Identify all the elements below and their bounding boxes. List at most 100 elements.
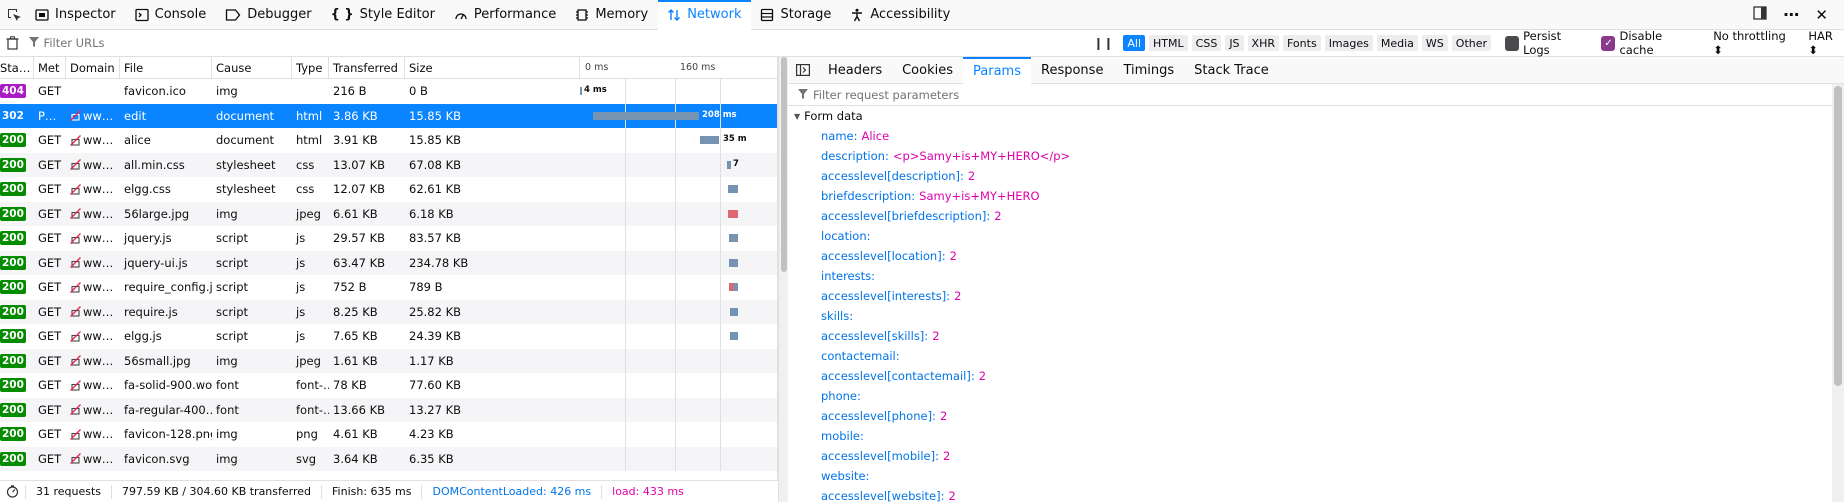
param-row[interactable]: accesslevel[mobile]: 2 (788, 446, 1844, 466)
type-filter-css[interactable]: CSS (1191, 35, 1222, 51)
network-filter-bar: Filter URLs ❙❙ All HTML CSS JS XHR Fonts Image… (0, 29, 1844, 57)
details-tab-stack-trace[interactable]: Stack Trace (1184, 57, 1279, 84)
tab-console[interactable]: Console (126, 0, 217, 30)
table-row[interactable]: 200 GET ww… favicon-128.png img png 4.61 KB 4.2… (0, 422, 777, 447)
param-row[interactable]: accesslevel[description]: 2 (788, 166, 1844, 186)
dock-icon[interactable] (1753, 6, 1768, 23)
table-row[interactable]: 200 GET ww… all.min.css stylesheet css 13.07 K… (0, 152, 777, 177)
insecure-lock-icon (70, 232, 81, 244)
filter-params-input[interactable]: Filter request parameters (788, 84, 1844, 106)
file-cell: 56small.jpg (124, 353, 191, 368)
scrollbar-thumb[interactable] (781, 57, 787, 272)
column-header-method[interactable]: Met (34, 57, 66, 78)
performance-analysis-icon[interactable] (0, 484, 26, 499)
list-scrollbar[interactable] (778, 57, 788, 502)
table-row[interactable]: 200 GET ww… favicon.svg img svg 3.64 KB 6.35 KB (0, 446, 777, 471)
type-filter-ws[interactable]: WS (1421, 35, 1448, 51)
waterfall-gridline (675, 275, 676, 300)
column-header-transferred[interactable]: Transferred (329, 57, 405, 78)
param-row[interactable]: phone: (788, 386, 1844, 406)
waterfall-cell: 35 m (580, 128, 777, 153)
tab-memory[interactable]: Memory (566, 0, 658, 30)
details-scrollbar[interactable] (1832, 84, 1844, 502)
tab-storage[interactable]: Storage (751, 0, 841, 30)
table-row[interactable]: 200 GET ww… 56large.jpg img jpeg 6.61 KB 6.18 K… (0, 201, 777, 226)
param-row[interactable]: accesslevel[skills]: 2 (788, 326, 1844, 346)
close-icon[interactable]: ✕ (1815, 6, 1828, 24)
filter-urls-input[interactable]: Filter URLs (28, 36, 1049, 50)
type-filter-all[interactable]: All (1123, 35, 1146, 51)
tab-network[interactable]: Network (658, 0, 752, 30)
table-row[interactable]: 200 GET ww… jquery-ui.js script js 63.47 KB 234… (0, 250, 777, 275)
details-tab-response[interactable]: Response (1031, 57, 1113, 84)
param-row[interactable]: accesslevel[briefdescription]: 2 (788, 206, 1844, 226)
column-header-status[interactable]: Sta… (0, 57, 34, 78)
param-row[interactable]: website: (788, 466, 1844, 486)
type-filter-html[interactable]: HTML (1149, 35, 1188, 51)
form-data-section-header[interactable]: ▼ Form data (788, 106, 1844, 126)
file-cell: fa-regular-400.… (124, 402, 212, 417)
har-menu-button[interactable]: HAR ⬍ (1808, 29, 1844, 57)
clear-requests-button[interactable] (0, 30, 25, 56)
details-tab-cookies[interactable]: Cookies (892, 57, 963, 84)
param-row[interactable]: skills: (788, 306, 1844, 326)
domain-text: ww… (83, 108, 114, 123)
scrollbar-thumb[interactable] (1834, 86, 1842, 386)
more-options-icon[interactable]: ⋯ (1783, 5, 1799, 24)
column-header-domain[interactable]: Domain (66, 57, 120, 78)
details-tab-timings[interactable]: Timings (1113, 57, 1184, 84)
param-row[interactable]: accesslevel[phone]: 2 (788, 406, 1844, 426)
type-filter-images[interactable]: Images (1324, 35, 1373, 51)
param-row[interactable]: briefdescription: Samy+is+MY+HERO (788, 186, 1844, 206)
column-header-file[interactable]: File (120, 57, 212, 78)
status-cell: 200 (0, 398, 34, 423)
type-filter-fonts[interactable]: Fonts (1283, 35, 1321, 51)
details-tab-headers[interactable]: Headers (818, 57, 892, 84)
param-row[interactable]: accesslevel[contactemail]: 2 (788, 366, 1844, 386)
waterfall-gridline (720, 201, 721, 226)
type-filter-media[interactable]: Media (1376, 35, 1418, 51)
param-row[interactable]: mobile: (788, 426, 1844, 446)
type-filter-xhr[interactable]: XHR (1247, 35, 1279, 51)
table-row[interactable]: 200 GET ww… alice document html 3.91 KB 15.85 K… (0, 128, 777, 153)
table-row[interactable]: 200 GET ww… elgg.js script js 7.65 KB 24.39 KB (0, 324, 777, 349)
param-row[interactable]: location: (788, 226, 1844, 246)
param-row[interactable]: name: Alice (788, 126, 1844, 146)
table-row[interactable]: 404 GET favicon.ico img 216 B 0 B 4 ms (0, 79, 777, 104)
tab-style-editor[interactable]: { } Style Editor (322, 0, 445, 30)
param-row[interactable]: contactemail: (788, 346, 1844, 366)
insecure-lock-icon (70, 257, 81, 269)
tab-performance[interactable]: Performance (445, 0, 566, 30)
element-picker-button[interactable] (2, 0, 26, 30)
pause-icon[interactable]: ❙❙ (1093, 36, 1113, 50)
tab-accessibility[interactable]: Accessibility (841, 0, 960, 30)
type-filter-other[interactable]: Other (1451, 35, 1492, 51)
column-header-size[interactable]: Size (405, 57, 580, 78)
table-row[interactable]: 302 P… ww… edit document html 3.86 KB 15.85 KB 2… (0, 103, 777, 128)
toggle-sidebar-button[interactable] (788, 57, 818, 84)
column-header-type[interactable]: Type (292, 57, 329, 78)
param-row[interactable]: description: <p>Samy+is+MY+HERO</p> (788, 146, 1844, 166)
column-header-waterfall[interactable]: 0 ms 160 ms (580, 57, 777, 78)
persist-logs-checkbox[interactable]: Persist Logs (1505, 29, 1587, 57)
waterfall-gridline (675, 446, 676, 471)
column-header-cause[interactable]: Cause (212, 57, 292, 78)
table-row[interactable]: 200 GET ww… fa-solid-900.wo… font font-… 78 KB… (0, 373, 777, 398)
disable-cache-checkbox[interactable]: ✓ Disable cache (1601, 29, 1695, 57)
throttling-select[interactable]: No throttling ⬍ (1713, 29, 1794, 57)
tab-inspector[interactable]: Inspector (26, 0, 126, 30)
param-row[interactable]: accesslevel[interests]: 2 (788, 286, 1844, 306)
table-row[interactable]: 200 GET ww… jquery.js script js 29.57 KB 83.57 … (0, 226, 777, 251)
details-tab-params[interactable]: Params (963, 56, 1031, 84)
table-row[interactable]: 200 GET ww… require_config.js script js 752 B 7… (0, 275, 777, 300)
tab-debugger[interactable]: Debugger (216, 0, 321, 30)
table-row[interactable]: 200 GET ww… 56small.jpg img jpeg 1.61 KB 1.17 K… (0, 348, 777, 373)
param-row[interactable]: accesslevel[website]: 2 (788, 486, 1844, 502)
table-row[interactable]: 200 GET ww… fa-regular-400.… font font-… 13.66… (0, 397, 777, 423)
param-row[interactable]: interests: (788, 266, 1844, 286)
type-cell: css (296, 182, 315, 197)
table-row[interactable]: 200 GET ww… require.js script js 8.25 KB 25.82 … (0, 299, 777, 324)
type-filter-js[interactable]: JS (1225, 35, 1244, 51)
table-row[interactable]: 200 GET ww… elgg.css stylesheet css 12.07 KB 62… (0, 177, 777, 202)
param-row[interactable]: accesslevel[location]: 2 (788, 246, 1844, 266)
